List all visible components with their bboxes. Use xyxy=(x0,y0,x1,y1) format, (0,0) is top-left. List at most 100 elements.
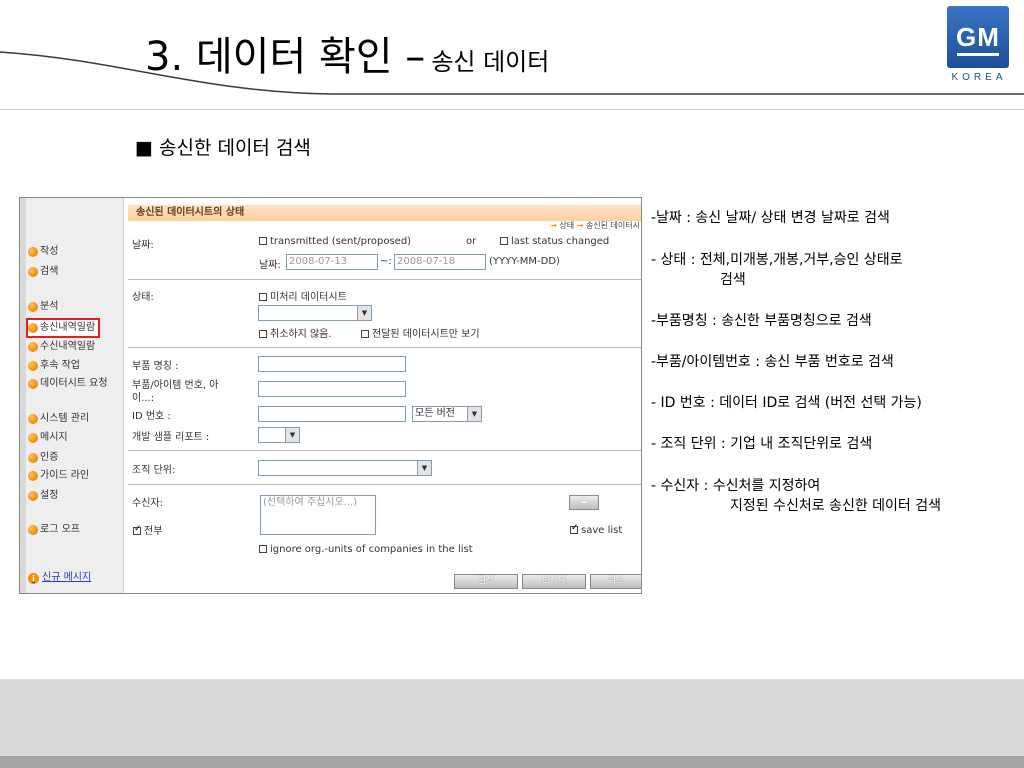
sidebar-item[interactable]: 작성 xyxy=(28,244,58,260)
separator xyxy=(128,347,641,348)
export-button[interactable]: 보내기 xyxy=(522,574,586,589)
date-label: 날짜: xyxy=(132,240,154,251)
dev-report-label: 개발 샘플 리포트 : xyxy=(132,432,210,443)
info-icon: i xyxy=(28,572,39,584)
transmitted-label: transmitted (sent/proposed) xyxy=(270,236,412,247)
description-item: -부품/아이템번호 : 송신 부품 번호로 검색 xyxy=(651,354,894,370)
description-item: - ID 번호 : 데이터 ID로 검색 (버전 선택 가능) xyxy=(651,395,922,411)
part-number-label-2: 이...: xyxy=(132,393,155,404)
section-heading: ■ 송신한 데이터 검색 xyxy=(135,137,311,159)
separator xyxy=(128,279,641,280)
bullet-dot-icon xyxy=(28,525,38,535)
bullet-dot-icon xyxy=(28,433,38,443)
status-select[interactable]: ▼ xyxy=(258,305,372,321)
sidebar-item-label: 검색 xyxy=(40,266,59,277)
sidebar-item[interactable]: 시스템 관리 xyxy=(28,411,89,427)
transmitted-checkbox[interactable] xyxy=(259,237,267,245)
all-label: 전부 xyxy=(144,526,163,537)
bullet-dot-icon xyxy=(28,414,38,424)
date-from-input[interactable]: 2008-07-13 xyxy=(286,254,378,270)
description-item: -날짜 : 송신 날짜/ 상태 변경 날짜로 검색 xyxy=(651,210,890,226)
app-main-panel: 송신된 데이터시트의 상태 → 상태 → 송신된 데이터시 날짜: transm… xyxy=(128,198,641,593)
last-status-checkbox[interactable] xyxy=(500,237,508,245)
search-button[interactable]: 검색 xyxy=(454,574,518,589)
sidebar-strip xyxy=(20,198,26,593)
sidebar-item[interactable]: 후속 작업 xyxy=(28,358,80,374)
sidebar-item-label: 로그 오프 xyxy=(40,524,80,535)
version-select[interactable]: 모든 버전 ▼ xyxy=(412,406,482,422)
ignore-org-label: ignore org.-units of companies in the li… xyxy=(270,544,473,555)
sidebar-item[interactable]: 수신내역일람 xyxy=(28,339,95,355)
sidebar-item-label: 설정 xyxy=(40,490,59,501)
not-cancelled-option[interactable]: 취소하지 않음. xyxy=(259,325,332,340)
gm-logo: GM xyxy=(947,6,1009,68)
status-header-bar: 송신된 데이터시트의 상태 xyxy=(128,205,641,221)
id-number-label: ID 번호 : xyxy=(132,411,171,422)
transmitted-option[interactable]: transmitted (sent/proposed) xyxy=(259,236,411,247)
sidebar-item[interactable]: 데이터시트 요청 xyxy=(28,376,108,392)
description-item: - 수신자 : 수신처를 지정하여 xyxy=(651,478,821,494)
bullet-dot-icon xyxy=(28,302,38,312)
save-list-option[interactable]: save list xyxy=(570,523,623,536)
delivered-only-option[interactable]: 전달된 데이터시트만 보기 xyxy=(361,325,480,340)
app-screenshot: 작성 검색 분석 송신내역일람 수신내역일람 후속 작업 데이터시트 요청 시스템 관리 메시지… xyxy=(19,197,642,594)
save-list-label: save list xyxy=(581,525,623,536)
bullet-dot-icon xyxy=(28,342,38,352)
recipient-list[interactable]: (선택하여 주십시오...) xyxy=(260,495,376,535)
sidebar-item-label: 작성 xyxy=(40,246,59,257)
slide-title: 3. 데이터 확인 – 송신 데이터 xyxy=(145,24,549,82)
last-status-option[interactable]: last status changed xyxy=(500,236,609,247)
bullet-dot-icon xyxy=(28,247,38,257)
bullet-dot-icon xyxy=(28,267,38,277)
not-cancelled-checkbox[interactable] xyxy=(259,330,267,338)
bullet-dot-icon xyxy=(28,379,38,389)
sidebar-item[interactable]: 가이드 라인 xyxy=(28,468,89,484)
add-recipient-button[interactable]: + xyxy=(569,495,599,510)
sidebar-item-label: 후속 작업 xyxy=(40,360,80,371)
sidebar-item-label: 수신내역일람 xyxy=(40,341,96,352)
ignore-org-option[interactable]: ignore org.-units of companies in the li… xyxy=(259,544,473,555)
ignore-org-checkbox[interactable] xyxy=(259,545,267,553)
part-name-input[interactable] xyxy=(258,356,406,372)
delivered-only-label: 전달된 데이터시트만 보기 xyxy=(372,329,480,340)
date-tilde: ~: xyxy=(380,256,392,267)
or-label: or xyxy=(466,236,477,247)
version-select-value: 모든 버전 xyxy=(415,408,455,419)
slide-title-sub: 송신 데이터 xyxy=(431,48,550,76)
sidebar-item[interactable]: 인증 xyxy=(28,450,58,466)
chevron-down-icon: ▼ xyxy=(285,428,299,442)
org-unit-select[interactable]: ▼ xyxy=(258,460,432,476)
unprocessed-option[interactable]: 미처리 데이터시트 xyxy=(259,288,347,303)
legend-arrow-icon: → xyxy=(576,221,584,230)
new-message-link[interactable]: i 신규 메시지 xyxy=(28,570,91,586)
separator xyxy=(128,484,641,485)
save-list-checkbox[interactable] xyxy=(570,523,579,534)
separator xyxy=(128,450,641,451)
sidebar-item-label: 인증 xyxy=(40,452,59,463)
chevron-down-icon: ▼ xyxy=(467,407,481,421)
date-to-input[interactable]: 2008-07-18 xyxy=(394,254,486,270)
unprocessed-checkbox[interactable] xyxy=(259,293,267,301)
sidebar-item[interactable]: 검색 xyxy=(28,264,58,280)
bullet-dot-icon xyxy=(28,361,38,371)
all-option[interactable]: 전부 xyxy=(133,522,162,537)
recipient-label: 수신자: xyxy=(132,498,163,509)
cancel-button[interactable]: 취소 xyxy=(590,574,641,589)
part-name-label: 부품 명칭 : xyxy=(132,361,179,372)
id-number-input[interactable] xyxy=(258,406,406,422)
dev-report-select[interactable]: ▼ xyxy=(258,427,300,443)
sidebar-item-label: 데이터시트 요청 xyxy=(40,378,108,389)
sidebar-item[interactable]: 로그 오프 xyxy=(28,522,80,538)
chevron-down-icon: ▼ xyxy=(417,461,431,475)
sidebar-item-label: 가이드 라인 xyxy=(40,470,90,481)
sidebar-item[interactable]: 송신내역일람 xyxy=(25,318,101,338)
description-item: - 상태 : 전체,미개봉,개봉,거부,승인 상태로 xyxy=(651,252,903,268)
not-cancelled-label: 취소하지 않음. xyxy=(270,329,332,340)
delivered-only-checkbox[interactable] xyxy=(361,330,369,338)
sidebar-item[interactable]: 메시지 xyxy=(28,430,68,446)
part-number-input[interactable] xyxy=(258,381,406,397)
sidebar-item[interactable]: 설정 xyxy=(28,488,58,504)
new-message-label: 신규 메시지 xyxy=(42,572,92,583)
sidebar-item[interactable]: 분석 xyxy=(28,299,58,315)
all-checkbox[interactable] xyxy=(133,524,142,535)
